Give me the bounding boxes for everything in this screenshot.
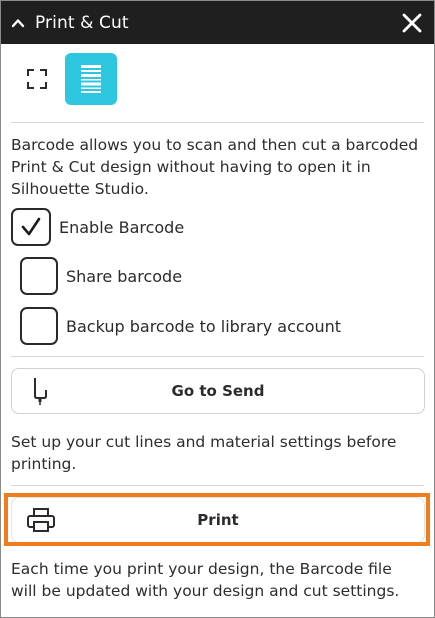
- panel-titlebar: Print & Cut: [1, 1, 434, 44]
- checkbox-box[interactable]: [11, 208, 51, 246]
- section-divider: [11, 122, 424, 123]
- go-to-send-label: Go to Send: [171, 382, 265, 400]
- go-to-send-button[interactable]: Go to Send: [11, 368, 425, 414]
- enable-barcode-label: Enable Barcode: [59, 217, 185, 237]
- checkmark-icon: [21, 217, 41, 236]
- crop-marks-icon: [27, 69, 47, 89]
- close-icon[interactable]: [398, 9, 426, 37]
- backup-barcode-checkbox[interactable]: Backup barcode to library account: [20, 307, 341, 345]
- barcode-description: Barcode allows you to scan and then cut …: [11, 136, 419, 198]
- print-button[interactable]: Print: [11, 497, 425, 543]
- share-barcode-label: Share barcode: [66, 266, 183, 286]
- print-hint-text: Each time you print your design, the Bar…: [11, 560, 400, 600]
- section-divider: [11, 356, 424, 357]
- panel-title: Print & Cut: [35, 12, 129, 33]
- print-cut-panel: Print & Cut Barcode allows you to scan a…: [0, 0, 435, 618]
- crop-marks-mode-button[interactable]: [11, 53, 63, 105]
- chevron-up-icon[interactable]: [1, 1, 35, 44]
- backup-barcode-label: Backup barcode to library account: [66, 316, 342, 336]
- share-barcode-checkbox[interactable]: Share barcode: [20, 257, 182, 295]
- enable-barcode-checkbox[interactable]: Enable Barcode: [11, 208, 184, 246]
- send-hint-text: Set up your cut lines and material setti…: [11, 433, 397, 473]
- mode-selector: [11, 53, 117, 105]
- checkbox-box[interactable]: [20, 257, 58, 295]
- checkbox-box[interactable]: [20, 307, 58, 345]
- section-divider: [11, 485, 424, 486]
- print-label: Print: [197, 511, 239, 529]
- barcode-icon: [81, 65, 101, 93]
- barcode-mode-button[interactable]: [65, 53, 117, 105]
